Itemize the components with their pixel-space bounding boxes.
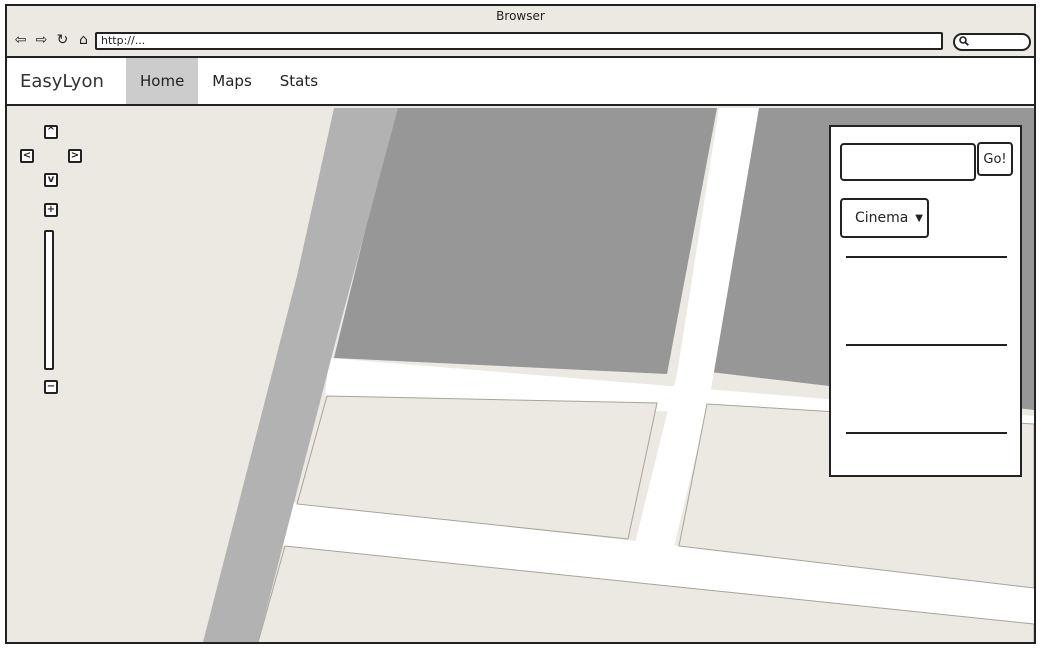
result-separator <box>846 344 1007 346</box>
search-panel: Go! Cinema ▼ <box>829 125 1022 477</box>
search-input[interactable] <box>840 143 976 181</box>
brand-logo: EasyLyon <box>20 71 104 92</box>
menu-item-maps[interactable]: Maps <box>198 58 265 104</box>
category-select[interactable]: Cinema ▼ <box>840 198 929 238</box>
search-icon <box>959 36 969 46</box>
reload-icon[interactable]: ↻ <box>54 31 71 48</box>
main-menu: Home Maps Stats <box>126 58 332 104</box>
zoom-out-button[interactable]: − <box>44 380 58 394</box>
zoom-slider[interactable] <box>44 230 54 370</box>
category-select-value: Cinema <box>855 210 909 226</box>
map-building-block <box>334 108 717 374</box>
browser-chrome: Browser ⇦ ⇨ ↻ ⌂ http://... <box>7 6 1034 58</box>
pan-right-button[interactable]: > <box>68 149 82 163</box>
pan-up-button[interactable]: ^ <box>44 125 58 139</box>
map-view[interactable]: ^ < > v + − Go! Cinema ▼ <box>7 106 1034 642</box>
pan-down-button[interactable]: v <box>44 173 58 187</box>
browser-nav-buttons: ⇦ ⇨ ↻ ⌂ <box>12 31 92 48</box>
app-header: EasyLyon Home Maps Stats <box>7 58 1034 106</box>
menu-item-stats[interactable]: Stats <box>266 58 332 104</box>
browser-title: Browser <box>496 9 545 23</box>
back-arrow-icon[interactable]: ⇦ <box>12 31 29 48</box>
browser-window: Browser ⇦ ⇨ ↻ ⌂ http://... EasyLyon Home… <box>5 4 1036 644</box>
result-separator <box>846 432 1007 434</box>
browser-search-box[interactable] <box>953 33 1031 51</box>
go-button[interactable]: Go! <box>977 142 1013 176</box>
forward-arrow-icon[interactable]: ⇨ <box>33 31 50 48</box>
result-separator <box>846 256 1007 258</box>
home-icon[interactable]: ⌂ <box>75 31 92 48</box>
zoom-in-button[interactable]: + <box>44 203 58 217</box>
menu-item-home[interactable]: Home <box>126 58 199 104</box>
dropdown-arrow-icon: ▼ <box>915 213 923 224</box>
address-bar[interactable]: http://... <box>95 32 943 50</box>
pan-left-button[interactable]: < <box>20 149 34 163</box>
